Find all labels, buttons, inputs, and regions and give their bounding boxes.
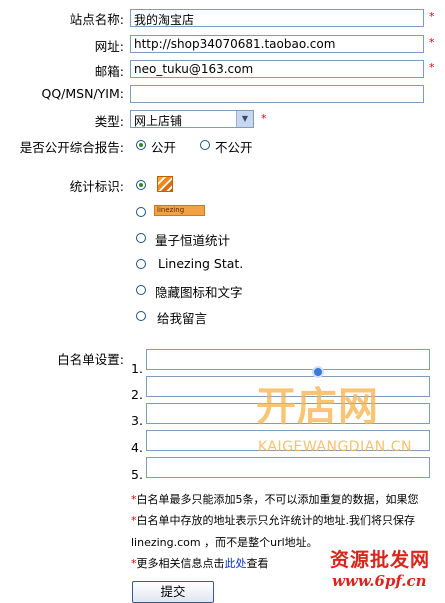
stat-option-label: 给我留言	[157, 311, 208, 326]
required-mark: *	[429, 10, 435, 23]
note-3: *更多相关信息点击此处查看	[131, 557, 269, 570]
required-mark: *	[429, 61, 435, 74]
whitelist-number: 5.	[131, 467, 143, 482]
im-input[interactable]	[130, 85, 424, 103]
type-label: 类型:	[94, 114, 124, 129]
linezing-badge-text: linezing	[157, 206, 185, 214]
site-name-label: 站点名称:	[69, 12, 124, 27]
watermark-logo-text: 开店网	[256, 384, 379, 430]
stat-option-label: 隐藏图标和文字	[155, 285, 243, 300]
watermark-domain: KAIGEWANGDIAN.CN	[258, 439, 412, 455]
radio-stat-icon-6[interactable]	[136, 311, 146, 321]
url-label: 网址:	[94, 39, 124, 54]
radio-private[interactable]	[200, 140, 210, 150]
url-input[interactable]: http://shop34070681.taobao.com	[130, 35, 424, 53]
public-report-label: 是否公开综合报告:	[19, 140, 124, 155]
whitelist-number: 4.	[131, 440, 143, 455]
submit-button[interactable]: 提交	[132, 581, 214, 603]
email-label: 邮箱:	[94, 64, 124, 79]
note-2-continued: linezing.com ，而不是整个url地址。	[131, 536, 318, 549]
im-label: QQ/MSN/YIM:	[41, 86, 125, 101]
site-name-input[interactable]: 我的淘宝店	[130, 9, 424, 27]
watermark-bottom-title: 资源批发网	[330, 549, 431, 571]
radio-public-label: 公开	[151, 140, 177, 155]
required-mark: *	[261, 112, 267, 125]
whitelist-label: 白名单设置:	[57, 352, 124, 367]
chevron-down-icon[interactable]: ▼	[236, 111, 253, 127]
note-2: *白名单中存放的地址表示只允许统计的地址.我们将只保存	[131, 514, 415, 527]
watermark-bottom-url: www.6pf.cn	[332, 572, 427, 590]
email-input[interactable]: neo_tuku@163.com	[130, 60, 424, 78]
radio-stat-icon-4[interactable]	[136, 259, 146, 269]
stat-bars-icon	[157, 176, 173, 192]
whitelist-number: 2.	[131, 387, 143, 402]
more-info-link[interactable]: 此处	[225, 557, 247, 570]
watermark-logo: 开店网 KAIGEWANGDIAN.CN	[256, 364, 436, 455]
whitelist-input-5[interactable]	[146, 457, 430, 478]
whitelist-number: 3.	[131, 413, 143, 428]
radio-stat-icon-3[interactable]	[136, 233, 146, 243]
radio-private-label: 不公开	[215, 140, 253, 155]
required-mark: *	[429, 36, 435, 49]
radio-stat-icon-2[interactable]	[136, 207, 146, 217]
radio-public[interactable]	[136, 140, 146, 150]
linezing-badge-icon: linezing	[154, 205, 205, 216]
stat-option-label: 量子恒道统计	[155, 233, 231, 248]
stat-option-label: Linezing Stat.	[158, 256, 244, 271]
radio-stat-icon-1[interactable]	[136, 180, 146, 190]
type-select-value: 网上店铺	[134, 114, 183, 128]
note-1: *白名单最多只能添加5条，不可以添加重复的数据，如果您	[131, 493, 419, 506]
stat-icon-label: 统计标识:	[69, 179, 124, 194]
whitelist-number: 1.	[131, 361, 143, 376]
type-select[interactable]: 网上店铺 ▼	[130, 110, 254, 128]
radio-stat-icon-5[interactable]	[136, 285, 146, 295]
